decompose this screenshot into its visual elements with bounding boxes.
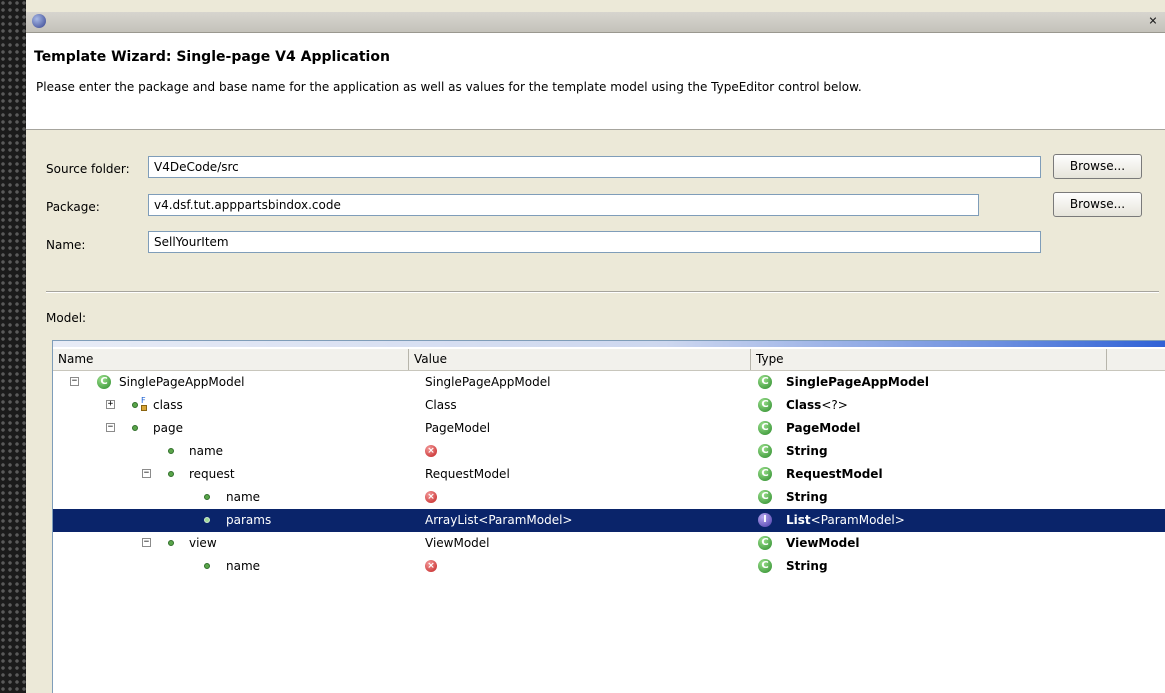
table-row[interactable]: − request RequestModel C RequestModel [53,463,1165,486]
name-input[interactable]: SellYourItem [148,231,1041,253]
type-name: Class [786,398,822,412]
browse-package-button[interactable]: Browse... [1053,192,1142,217]
row-value: ArrayList<ParamModel> [425,513,573,527]
error-icon: × [425,560,437,572]
separator [46,291,1159,293]
field-icon [168,448,174,454]
wizard-dialog: × Template Wizard: Single-page V4 Applic… [26,0,1165,693]
title-bar: × [26,12,1165,33]
class-icon: C [758,444,772,458]
header-strip [53,341,1165,347]
type-generic: <ParamModel> [810,513,905,527]
class-icon: C [758,490,772,504]
model-label: Model: [46,311,87,325]
collapse-icon[interactable]: − [70,377,79,386]
final-icon: F [141,396,146,405]
table-header: Name Value Type [53,349,1165,371]
field-icon [132,425,138,431]
source-folder-input[interactable]: V4DeCode/src [148,156,1041,178]
row-type: String [786,490,828,504]
collapse-icon[interactable]: − [106,423,115,432]
row-name: view [189,536,217,550]
close-icon[interactable]: × [1145,13,1161,29]
row-name: class [153,398,183,412]
row-name: name [189,444,224,458]
table-row[interactable]: + F class Class C Class<?> [53,394,1165,417]
interface-icon: I [758,513,772,527]
row-value: RequestModel [425,467,510,481]
row-type: List<ParamModel> [786,509,905,532]
table-row[interactable]: name × C String [53,555,1165,578]
field-icon [132,402,138,408]
table-row-selected[interactable]: params ArrayList<ParamModel> I List<Para… [53,509,1165,532]
model-tree-table[interactable]: Name Value Type − C SinglePageAppModel S… [52,340,1165,693]
row-name: request [189,467,235,481]
row-name: name [226,559,261,573]
class-icon: C [758,559,772,573]
field-icon [204,517,210,523]
row-type: String [786,444,828,458]
source-folder-label: Source folder: [46,162,130,176]
table-row[interactable]: − view ViewModel C ViewModel [53,532,1165,555]
field-icon [168,471,174,477]
row-value: SinglePageAppModel [425,375,551,389]
type-name: List [786,513,811,527]
table-row[interactable]: name × C String [53,440,1165,463]
wizard-title: Template Wizard: Single-page V4 Applicat… [34,49,390,65]
row-type: SinglePageAppModel [786,375,929,389]
class-icon: C [758,421,772,435]
class-icon: C [97,375,111,389]
field-icon [204,563,210,569]
class-icon: C [758,536,772,550]
row-name: page [153,421,183,435]
browse-source-folder-button[interactable]: Browse... [1053,154,1142,179]
wizard-description: Please enter the package and base name f… [36,80,862,94]
row-name: params [226,513,272,527]
row-name: name [226,490,261,504]
class-icon: C [758,398,772,412]
column-header-value[interactable]: Value [409,349,751,370]
collapse-icon[interactable]: − [142,469,151,478]
class-icon: C [758,467,772,481]
row-type: PageModel [786,421,861,435]
lock-icon [141,405,147,411]
collapse-icon[interactable]: − [142,538,151,547]
error-icon: × [425,445,437,457]
expand-icon[interactable]: + [106,400,115,409]
row-type: RequestModel [786,467,883,481]
field-icon [204,494,210,500]
row-type: Class<?> [786,394,848,417]
name-label: Name: [46,238,86,252]
row-value: ViewModel [425,536,490,550]
row-name: SinglePageAppModel [119,375,245,389]
row-type: ViewModel [786,536,860,550]
table-row[interactable]: − page PageModel C PageModel [53,417,1165,440]
error-icon: × [425,491,437,503]
table-row[interactable]: − C SinglePageAppModel SinglePageAppMode… [53,371,1165,394]
package-input[interactable]: v4.dsf.tut.apppartsbindox.code [148,194,979,216]
row-type: String [786,559,828,573]
class-icon: C [758,375,772,389]
type-generic: <?> [821,398,848,412]
row-value: Class [425,398,457,412]
package-label: Package: [46,200,100,214]
eclipse-icon [32,14,46,28]
row-value: PageModel [425,421,491,435]
field-icon [168,540,174,546]
table-row[interactable]: name × C String [53,486,1165,509]
column-header-name[interactable]: Name [53,349,409,370]
wizard-header: Template Wizard: Single-page V4 Applicat… [26,33,1165,130]
column-header-type[interactable]: Type [751,349,1107,370]
